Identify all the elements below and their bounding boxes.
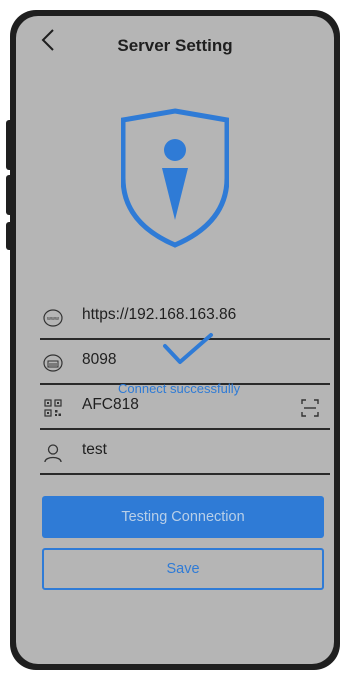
phone-frame: Server Setting www https://192.168.163.8… [10,10,340,670]
save-button[interactable]: Save [42,548,324,590]
www-icon: www [43,309,63,327]
port-icon [43,354,63,372]
user-icon [44,444,62,463]
checkmark-icon [163,333,213,364]
app-screen: Server Setting www https://192.168.163.8… [16,16,334,664]
server-url-input[interactable] [82,306,302,324]
header: Server Setting [16,16,334,64]
page-title: Server Setting [117,36,233,55]
user-field [40,431,330,475]
shield-info-icon [121,108,229,248]
svg-text:www: www [46,316,59,322]
scan-icon[interactable] [300,398,320,418]
code-input[interactable] [82,396,302,414]
user-input[interactable] [82,441,302,459]
testing-connection-button[interactable]: Testing Connection [42,496,324,538]
qr-code-icon [44,399,62,417]
toast-message: Connect successfully [118,381,241,396]
